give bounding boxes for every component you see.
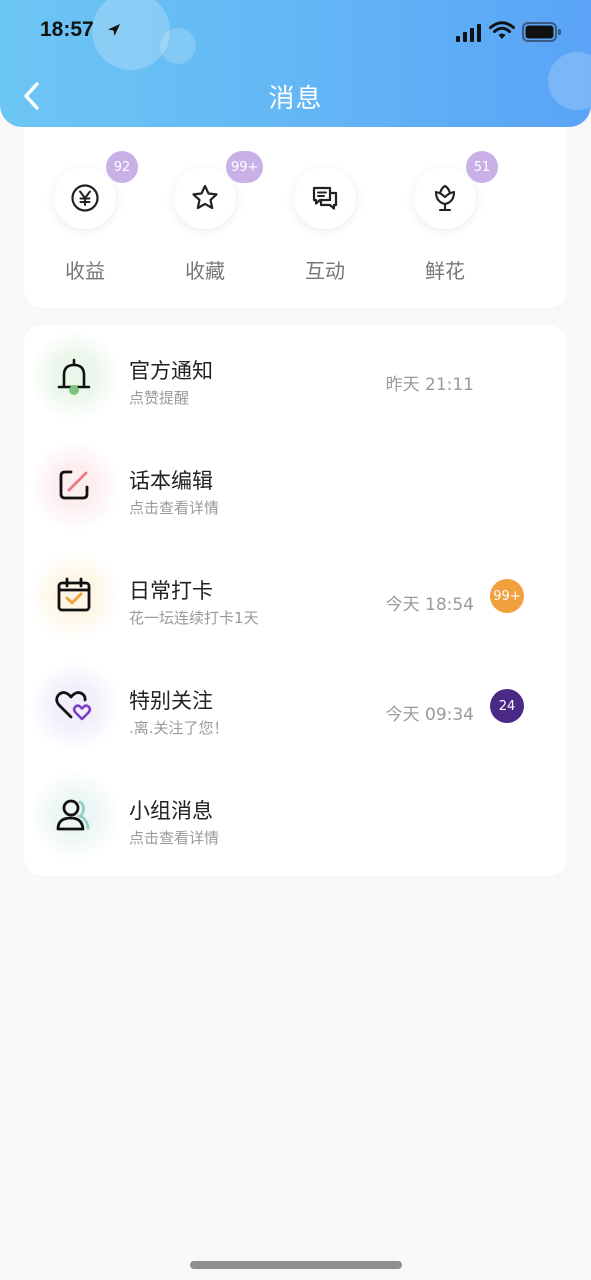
message-list: 官方通知 点赞提醒 昨天 21:11 话本编辑 点击查看详情 日常打卡 花一坛连… <box>24 325 567 876</box>
flower-icon <box>434 184 456 212</box>
header-bar: 18:57 消息 <box>0 0 591 127</box>
location-arrow-icon <box>108 24 120 36</box>
quick-action-earnings[interactable]: 92 收益 <box>24 127 144 308</box>
row-time: 今天 18:54 <box>385 595 474 615</box>
interaction-label: 互动 <box>305 259 345 283</box>
message-row-following[interactable]: 特别关注 .离.关注了您！ 今天 09:34 24 <box>24 655 567 765</box>
row-subtitle: 点击查看详情 <box>129 499 220 517</box>
quick-action-favorites[interactable]: 99+ 收藏 <box>144 127 264 308</box>
unread-badge: 24 <box>490 689 524 723</box>
decor-bubble <box>92 0 170 70</box>
row-subtitle: 点击查看详情 <box>129 829 220 847</box>
row-time: 昨天 21:11 <box>385 375 474 395</box>
interaction-icon-circle <box>294 167 356 229</box>
message-row-checkin[interactable]: 日常打卡 花一坛连续打卡1天 今天 18:54 99+ <box>24 545 567 655</box>
row-subtitle: 花一坛连续打卡1天 <box>129 609 259 627</box>
status-time: 18:57 <box>40 18 94 41</box>
earnings-icon-circle <box>54 167 116 229</box>
edit-icon <box>59 470 89 500</box>
yen-icon <box>71 184 99 212</box>
row-title: 官方通知 <box>129 359 213 383</box>
message-row-editor[interactable]: 话本编辑 点击查看详情 <box>24 435 567 545</box>
flowers-label: 鲜花 <box>425 259 465 283</box>
page-title: 消息 <box>268 84 323 114</box>
hearts-icon <box>55 691 92 721</box>
home-indicator[interactable] <box>190 1261 402 1269</box>
earnings-label: 收益 <box>65 259 105 283</box>
flowers-badge: 51 <box>466 151 498 183</box>
group-icon <box>56 799 90 831</box>
bell-icon <box>57 358 91 395</box>
wifi-icon <box>489 21 515 39</box>
decor-bubble <box>160 28 196 64</box>
message-row-group[interactable]: 小组消息 点击查看详情 <box>24 765 567 875</box>
favorites-badge: 99+ <box>226 151 264 183</box>
unread-badge: 99+ <box>490 579 524 613</box>
star-icon <box>192 184 218 210</box>
row-subtitle: 点赞提醒 <box>129 389 190 407</box>
row-title: 小组消息 <box>129 799 213 823</box>
favorites-icon-circle <box>174 167 236 229</box>
quick-action-interaction[interactable]: 互动 <box>264 127 384 308</box>
flowers-icon-circle <box>414 167 476 229</box>
message-row-official[interactable]: 官方通知 点赞提醒 昨天 21:11 <box>24 325 567 435</box>
favorites-label: 收藏 <box>185 259 225 283</box>
row-subtitle: .离.关注了您！ <box>129 719 229 737</box>
quick-actions-card: 92 收益 99+ 收藏 互动 51 鲜花 <box>24 127 567 308</box>
cellular-signal-icon <box>456 24 481 42</box>
row-time: 今天 09:34 <box>385 705 474 725</box>
row-title: 日常打卡 <box>129 579 213 603</box>
row-title: 话本编辑 <box>129 469 213 493</box>
battery-icon <box>522 22 561 42</box>
row-title: 特别关注 <box>129 689 213 713</box>
calendar-check-icon <box>57 577 91 612</box>
earnings-badge: 92 <box>106 151 138 183</box>
quick-action-flowers[interactable]: 51 鲜花 <box>384 127 504 308</box>
chat-icon <box>312 186 338 210</box>
